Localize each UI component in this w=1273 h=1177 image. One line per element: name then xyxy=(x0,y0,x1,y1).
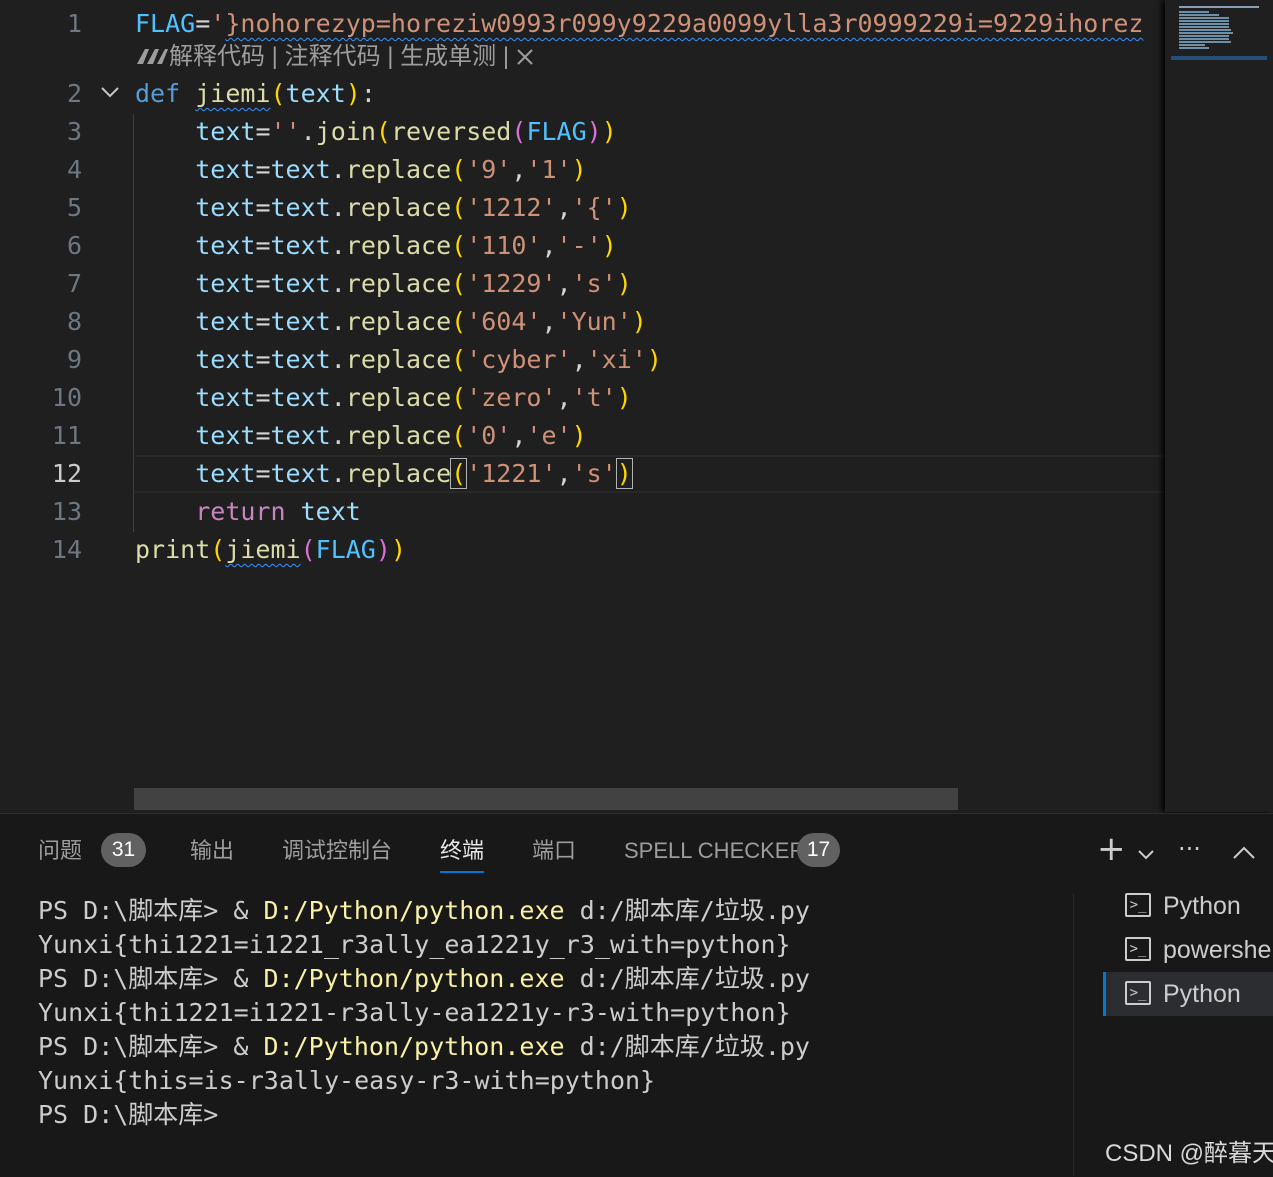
line-number: 8 xyxy=(66,307,82,336)
code-line-4: text=text.replace('9','1') xyxy=(195,155,587,184)
line-number: 13 xyxy=(51,497,82,526)
code-line-3: text=''.join(reversed(FLAG)) xyxy=(195,117,617,146)
add-terminal-icon[interactable]: + xyxy=(1097,832,1126,866)
code-line-12: text=text.replace('1221','s') xyxy=(195,458,633,489)
tab-problems[interactable]: 问题 xyxy=(38,836,82,866)
spell-checker-count-badge: 17 xyxy=(797,833,840,867)
terminal-icon: >_ xyxy=(1125,981,1151,1005)
tab-debug-console[interactable]: 调试控制台 xyxy=(282,836,392,866)
line-number-active: 12 xyxy=(51,459,82,488)
bracket-match: ) xyxy=(615,458,633,489)
terminal-output: Yunxi{thi1221=i1221_r3ally_ea1221y_r3_wi… xyxy=(38,930,791,959)
line-number: 3 xyxy=(66,117,82,146)
code-line-2: def jiemi(text): xyxy=(135,79,376,108)
bracket-match: ( xyxy=(450,458,468,489)
line-number: 9 xyxy=(66,345,82,374)
minimap[interactable] xyxy=(1165,0,1273,812)
csdn-watermark: CSDN @醉暮天 xyxy=(1105,1140,1273,1167)
line-number: 11 xyxy=(51,421,82,450)
code-editor[interactable]: 1 2 3 4 5 6 7 8 9 10 11 12 13 14 FLAG='}… xyxy=(0,0,1165,812)
tab-spell-checker[interactable]: SPELL CHECKER xyxy=(624,836,805,866)
more-actions-icon[interactable]: ··· xyxy=(1178,832,1201,866)
code-line-6: text=text.replace('110','-') xyxy=(195,231,617,260)
code-line-7: text=text.replace('1229','s') xyxy=(195,269,632,298)
indent-guide xyxy=(133,114,134,532)
collapse-panel-icon[interactable] xyxy=(1232,836,1256,870)
codelens-bar: 解释代码 | 注释代码 | 生成单测 | xyxy=(135,38,534,76)
terminal-output: Yunxi{thi1221=i1221-r3ally-ea1221y-r3-wi… xyxy=(38,998,791,1027)
code-line-13: return text xyxy=(195,497,361,526)
explain-code-link[interactable]: 解释代码 xyxy=(169,43,265,70)
line-number: 5 xyxy=(66,193,82,222)
terminal-list-item-selected[interactable]: >_ Python xyxy=(1103,972,1273,1016)
code-line-5: text=text.replace('1212','{') xyxy=(195,193,632,222)
line-number: 1 xyxy=(66,9,82,38)
horizontal-scrollbar[interactable] xyxy=(134,788,958,810)
line-number: 6 xyxy=(66,231,82,260)
code-line-14: print(jiemi(FLAG)) xyxy=(135,535,406,564)
flag-string-value: }nohorezyp=horeziw0993r099y9229a0099ylla… xyxy=(225,9,1144,38)
terminal-list-item[interactable]: >_ powershell xyxy=(1103,928,1273,972)
line-number: 7 xyxy=(66,269,82,298)
line-number: 2 xyxy=(66,79,82,108)
code-line-9: text=text.replace('cyber','xi') xyxy=(195,345,662,374)
line-number: 4 xyxy=(66,155,82,184)
code-line-10: text=text.replace('zero','t') xyxy=(195,383,632,412)
line-number: 10 xyxy=(51,383,82,412)
code-line-11: text=text.replace('0','e') xyxy=(195,421,587,450)
comment-code-link[interactable]: 注释代码 xyxy=(285,43,381,70)
terminal-list-item[interactable]: >_ Python xyxy=(1103,884,1273,928)
tab-output[interactable]: 输出 xyxy=(190,836,234,866)
generate-unittest-link[interactable]: 生成单测 xyxy=(400,43,496,70)
problems-count-badge: 31 xyxy=(101,833,146,867)
close-icon[interactable] xyxy=(516,43,534,70)
code-line-8: text=text.replace('604','Yun') xyxy=(195,307,647,336)
terminal-line: PS D:\脚本库> & D:/Python/python.exe d:/脚本库… xyxy=(38,896,810,925)
chevron-down-icon[interactable] xyxy=(1137,836,1155,870)
tab-terminal[interactable]: 终端 xyxy=(440,836,485,873)
fold-chevron-icon[interactable] xyxy=(100,75,120,113)
terminal-prompt[interactable]: PS D:\脚本库> xyxy=(38,1098,233,1132)
terminal-list-divider xyxy=(1073,894,1074,1176)
terminal-icon: >_ xyxy=(1125,893,1151,917)
terminal-output: Yunxi{this=is-r3ally-easy-r3-with=python… xyxy=(38,1066,656,1095)
terminal-line: PS D:\脚本库> & D:/Python/python.exe d:/脚本库… xyxy=(38,964,810,993)
line-number: 14 xyxy=(51,535,82,564)
terminal-icon: >_ xyxy=(1125,937,1151,961)
terminal-line: PS D:\脚本库> & D:/Python/python.exe d:/脚本库… xyxy=(38,1032,810,1061)
tab-ports[interactable]: 端口 xyxy=(532,836,576,866)
ai-logo-icon xyxy=(135,43,169,70)
